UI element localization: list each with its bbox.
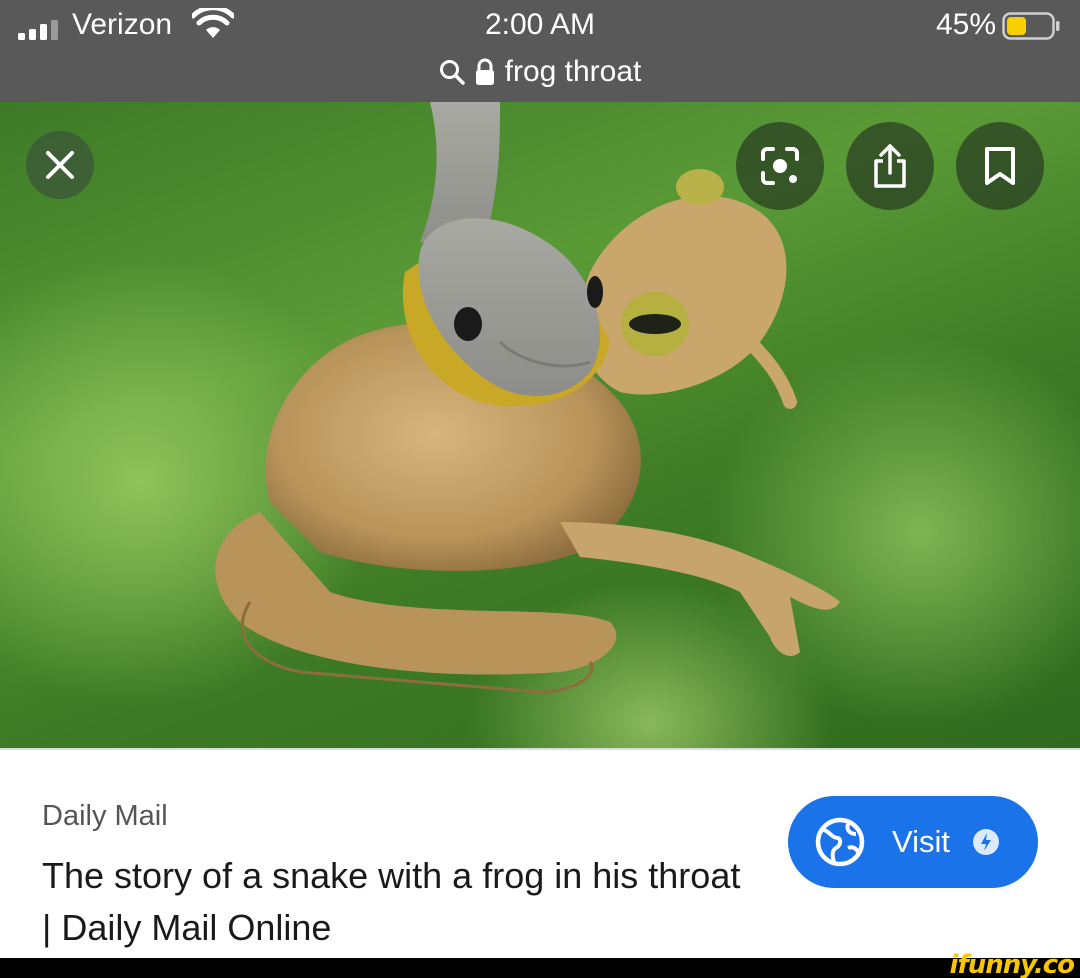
battery-icon xyxy=(1002,12,1060,40)
clock: 2:00 AM xyxy=(484,8,596,41)
close-icon xyxy=(46,151,74,179)
watermark: ifunny.co xyxy=(949,950,1075,978)
battery-percent: 45% xyxy=(935,8,996,41)
visit-button[interactable]: Visit xyxy=(788,796,1038,888)
status-bar: Verizon 2:00 AM 45% xyxy=(0,0,1080,52)
url-bar[interactable]: frog throat xyxy=(0,50,1080,94)
bottom-strip xyxy=(0,958,1080,978)
status-and-url-bar: Verizon 2:00 AM 45% frog throat xyxy=(0,0,1080,102)
lens-icon xyxy=(761,147,799,185)
search-query: frog throat xyxy=(504,55,642,88)
source-name: Daily Mail xyxy=(42,800,168,832)
lock-icon xyxy=(475,58,494,85)
result-caption: Daily Mail The story of a snake with a f… xyxy=(0,748,1080,958)
search-icon xyxy=(439,60,465,85)
share-button[interactable] xyxy=(846,122,934,210)
visit-label: Visit xyxy=(892,824,951,859)
close-button[interactable] xyxy=(26,131,94,199)
share-icon xyxy=(874,144,906,188)
bookmark-icon xyxy=(985,147,1015,185)
result-title[interactable]: The story of a snake with a frog in his … xyxy=(42,850,742,954)
amp-lightning-icon xyxy=(973,829,1000,855)
bookmark-button[interactable] xyxy=(956,122,1044,210)
lens-button[interactable] xyxy=(736,122,824,210)
globe-icon xyxy=(815,817,865,867)
